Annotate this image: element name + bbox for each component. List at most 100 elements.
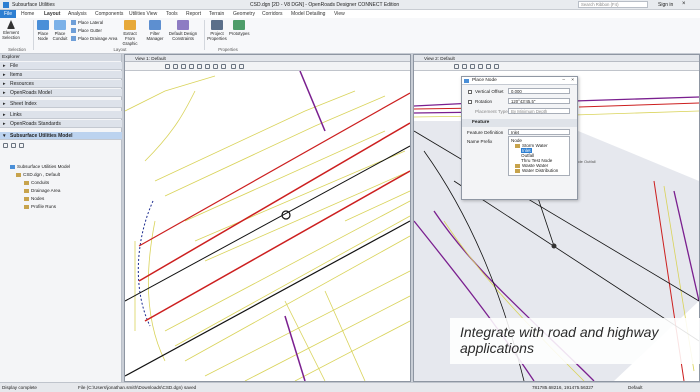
red-utility-line[interactable] <box>144 170 410 322</box>
place-gutter-button[interactable]: Place Gutter <box>71 28 102 34</box>
vertical-offset-field[interactable]: 0.000 <box>508 88 570 94</box>
red-utility-line[interactable] <box>138 122 410 282</box>
chevron-right-icon: ▸ <box>3 90 6 96</box>
tree-item[interactable]: Conduits <box>24 180 49 185</box>
prototypes-button[interactable]: Prototypes <box>229 20 250 36</box>
window-area-icon[interactable] <box>470 64 475 69</box>
file-icon <box>16 172 21 177</box>
feature-definition-select[interactable]: Inlet <box>508 129 570 135</box>
project-properties-label: Project Properties <box>207 31 227 41</box>
outfall-node-icon[interactable] <box>551 243 557 249</box>
rotation-checkbox[interactable] <box>468 100 472 104</box>
zoom-in-icon[interactable] <box>165 64 170 69</box>
dialog-titlebar[interactable]: Place Node – × <box>462 77 577 85</box>
close-icon[interactable]: × <box>571 77 574 85</box>
section-openroads-standards[interactable]: ▸ OpenRoads Standards <box>0 120 122 128</box>
place-lateral-button[interactable]: Place Lateral <box>71 20 103 26</box>
zoom-in-icon[interactable] <box>454 64 459 69</box>
tab-report[interactable]: Report <box>186 11 201 17</box>
element-selection-button[interactable]: Element Selection <box>2 20 20 40</box>
chevron-down-icon: ▾ <box>3 133 6 139</box>
filter-icon[interactable] <box>11 143 16 148</box>
drawing-canvas-1[interactable] <box>125 71 410 381</box>
tab-model-detailing[interactable]: Model Detailing <box>291 11 325 17</box>
settings-icon[interactable] <box>19 143 24 148</box>
tab-home[interactable]: Home <box>21 11 34 17</box>
pan-icon[interactable] <box>494 64 499 69</box>
filter-manager-button[interactable]: Filter Manager <box>145 20 165 41</box>
rotation-field[interactable]: 120°43'45.5" <box>508 98 570 104</box>
model-icon <box>10 164 15 169</box>
fit-view-icon[interactable] <box>189 64 194 69</box>
view-1[interactable]: View 1: Default <box>124 54 411 382</box>
explorer-header: Explorer <box>0 54 121 61</box>
ribbon: Element Selection Place Node Place Condu… <box>0 18 700 54</box>
tab-view[interactable]: View <box>334 11 345 17</box>
section-subsurface-utilities-model[interactable]: ▾ Subsurface Utilities Model <box>0 132 122 140</box>
close-icon[interactable]: × <box>682 1 686 7</box>
tree-item[interactable]: Nodes <box>24 196 44 201</box>
feature-section[interactable]: Feature <box>462 119 577 127</box>
tab-components[interactable]: Components <box>95 11 123 17</box>
place-node-button[interactable]: Place Node <box>36 20 50 41</box>
tree-item[interactable]: Profile Runs <box>24 204 56 209</box>
extract-from-graphic-button[interactable]: Extract From Graphic <box>118 20 142 46</box>
window-area-icon[interactable] <box>181 64 186 69</box>
place-gutter-label: Place Gutter <box>78 28 102 33</box>
rotate-view-icon[interactable] <box>197 64 202 69</box>
section-file[interactable]: ▸ File <box>0 62 122 70</box>
placement-type-select[interactable]: By Minimum Depth <box>508 108 570 114</box>
ribbon-search-input[interactable]: Search Ribbon (F4) <box>578 1 648 8</box>
view-previous-icon[interactable] <box>213 64 218 69</box>
chevron-right-icon: ▸ <box>3 72 6 78</box>
tree-label: Subsurface Utilities Model <box>17 164 71 169</box>
purple-line[interactable] <box>299 71 326 132</box>
section-openroads-model[interactable]: ▸ OpenRoads Model <box>0 89 122 97</box>
workflow-selector[interactable]: Subsurface Utilities <box>12 2 55 8</box>
tab-analysis[interactable]: Analysis <box>68 11 87 17</box>
place-conduit-button[interactable]: Place Conduit <box>52 20 68 41</box>
tab-terrain[interactable]: Terrain <box>209 11 224 17</box>
tab-geometry[interactable]: Geometry <box>233 11 255 17</box>
sign-in-link[interactable]: Sign in <box>658 2 673 8</box>
black-line[interactable] <box>125 220 410 377</box>
view-title-label: View 2: Default <box>424 56 455 61</box>
view-attributes-icon[interactable] <box>231 64 236 69</box>
feature-tree-item[interactable]: Water Distribution <box>515 168 558 173</box>
tab-utilities-view[interactable]: Utilities View <box>129 11 157 17</box>
feature-tree-dropdown[interactable]: Node Storm Water Inlet Outfall Thru Test… <box>508 136 570 176</box>
tab-tools[interactable]: Tools <box>166 11 178 17</box>
tree-label: Nodes <box>31 196 45 201</box>
section-resources[interactable]: ▸ Resources <box>0 80 122 88</box>
vertical-offset-checkbox[interactable] <box>468 90 472 94</box>
place-conduit-label: Place Conduit <box>52 31 68 41</box>
tab-layout[interactable]: Layout <box>44 11 60 17</box>
fit-view-icon[interactable] <box>478 64 483 69</box>
zoom-out-icon[interactable] <box>173 64 178 69</box>
minimize-icon[interactable]: – <box>562 77 565 85</box>
place-drainage-area-button[interactable]: Place Drainage Area <box>71 36 117 42</box>
pan-icon[interactable] <box>205 64 210 69</box>
drainage-area-icon <box>71 36 76 42</box>
ribbon-tabs: File Home Layout Analysis Components Uti… <box>0 10 700 18</box>
tab-corridors[interactable]: Corridors <box>262 11 283 17</box>
section-links[interactable]: ▸ Links <box>0 111 122 119</box>
display-style-icon[interactable] <box>239 64 244 69</box>
section-items[interactable]: ▸ Items <box>0 71 122 79</box>
tree-item[interactable]: Subsurface Utilities Model <box>10 164 70 169</box>
app-icon <box>3 2 9 8</box>
tree-item[interactable]: CSD.dgn , Default <box>16 172 60 177</box>
status-active-model[interactable]: Default <box>628 385 643 390</box>
default-design-constraints-button[interactable]: Default Design Constraints <box>166 20 200 41</box>
section-label: Links <box>10 112 22 118</box>
view-next-icon[interactable] <box>221 64 226 69</box>
tab-file[interactable]: File <box>0 10 16 18</box>
purple-line[interactable] <box>284 315 306 381</box>
zoom-out-icon[interactable] <box>462 64 467 69</box>
tree-item[interactable]: Drainage Area <box>24 188 60 193</box>
place-node-dialog[interactable]: Place Node – × Vertical Offset 0.000 Rot… <box>461 76 578 200</box>
project-properties-button[interactable]: Project Properties <box>207 20 227 41</box>
expand-icon[interactable] <box>3 143 8 148</box>
section-sheet-index[interactable]: ▸ Sheet Index <box>0 100 122 108</box>
rotate-view-icon[interactable] <box>486 64 491 69</box>
